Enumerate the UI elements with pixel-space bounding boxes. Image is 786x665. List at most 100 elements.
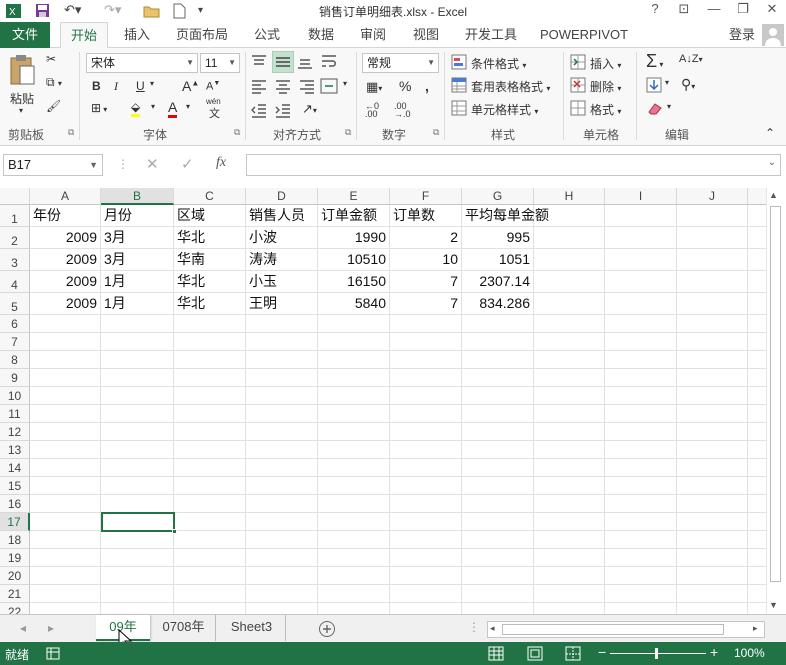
table-cell[interactable] <box>174 351 246 369</box>
column-header[interactable]: C <box>174 188 246 205</box>
table-cell[interactable]: 1月 <box>101 293 174 315</box>
table-cell[interactable]: 华北 <box>174 227 246 249</box>
next-sheet-icon[interactable]: ▸ <box>48 621 54 635</box>
table-cell[interactable] <box>605 271 677 293</box>
accounting-format-icon[interactable]: ▦▾ <box>366 79 382 95</box>
decrease-font-button[interactable]: A▼ <box>206 80 220 93</box>
sheet-tab-0708[interactable]: 0708年 <box>152 615 216 641</box>
table-cell[interactable] <box>30 333 101 351</box>
underline-button[interactable]: U <box>136 79 145 93</box>
table-cell[interactable] <box>390 441 462 459</box>
ribbon-display-options-icon[interactable]: ⊡ <box>673 1 695 19</box>
table-cell[interactable] <box>390 477 462 495</box>
table-cell[interactable] <box>462 513 534 531</box>
table-cell[interactable] <box>390 405 462 423</box>
row-header[interactable]: 4 <box>0 271 30 293</box>
table-cell[interactable] <box>748 531 766 549</box>
table-cell[interactable] <box>748 603 766 614</box>
table-cell[interactable]: 3月 <box>101 249 174 271</box>
formula-input[interactable]: ⌄ <box>246 154 781 176</box>
table-cell[interactable] <box>174 495 246 513</box>
row-header[interactable]: 13 <box>0 441 30 459</box>
fill-color-icon[interactable]: ⬙ <box>131 100 141 117</box>
clear-icon[interactable] <box>646 101 664 115</box>
row-header[interactable]: 20 <box>0 567 30 585</box>
table-cell[interactable] <box>748 477 766 495</box>
confirm-entry-icon[interactable]: ✓ <box>181 155 194 173</box>
table-cell[interactable] <box>174 549 246 567</box>
row-header[interactable]: 8 <box>0 351 30 369</box>
table-cell[interactable] <box>748 369 766 387</box>
table-cell[interactable] <box>534 423 605 441</box>
table-cell[interactable]: 1051 <box>462 249 534 271</box>
tab-review[interactable]: 审阅 <box>352 22 394 48</box>
table-cell[interactable] <box>605 531 677 549</box>
delete-cells-icon[interactable] <box>570 77 586 93</box>
table-cell[interactable] <box>101 405 174 423</box>
table-cell[interactable] <box>390 567 462 585</box>
table-cell[interactable] <box>246 567 318 585</box>
table-cell[interactable] <box>390 351 462 369</box>
active-cell-selection[interactable] <box>101 512 177 534</box>
percent-style-button[interactable]: % <box>399 78 411 94</box>
table-cell[interactable] <box>30 513 101 531</box>
increase-indent-icon[interactable] <box>274 102 292 118</box>
font-color-icon[interactable]: A <box>168 99 178 118</box>
table-cell[interactable] <box>677 459 748 477</box>
table-cell[interactable] <box>677 513 748 531</box>
table-cell[interactable] <box>534 405 605 423</box>
table-cell[interactable] <box>677 315 748 333</box>
table-cell[interactable] <box>677 603 748 614</box>
row-header[interactable]: 2 <box>0 227 30 249</box>
table-cell[interactable] <box>390 495 462 513</box>
table-cell[interactable] <box>748 351 766 369</box>
page-layout-view-icon[interactable] <box>527 646 543 661</box>
tab-powerpivot[interactable]: POWERPIVOT <box>536 22 632 48</box>
table-cell[interactable] <box>677 351 748 369</box>
table-cell[interactable] <box>318 459 390 477</box>
table-cell[interactable] <box>748 459 766 477</box>
table-cell[interactable]: 王明 <box>246 293 318 315</box>
table-cell[interactable] <box>246 459 318 477</box>
table-cell[interactable] <box>101 351 174 369</box>
table-cell[interactable] <box>748 405 766 423</box>
table-cell[interactable] <box>246 387 318 405</box>
table-cell[interactable] <box>534 293 605 315</box>
table-cell[interactable] <box>101 315 174 333</box>
copy-icon[interactable]: ⧉ ▾ <box>46 75 62 90</box>
table-cell[interactable]: 2009 <box>30 249 101 271</box>
table-cell[interactable] <box>534 369 605 387</box>
font-name-select[interactable]: 宋体 ▼ <box>86 53 198 73</box>
table-cell[interactable]: 7 <box>390 271 462 293</box>
insert-cells-icon[interactable] <box>570 54 586 70</box>
column-header[interactable]: F <box>390 188 462 205</box>
table-cell[interactable]: 10 <box>390 249 462 271</box>
increase-font-button[interactable]: A▲ <box>182 78 199 94</box>
login-link[interactable]: 登录 <box>724 22 760 48</box>
table-cell[interactable] <box>246 369 318 387</box>
table-cell[interactable] <box>318 369 390 387</box>
table-cell[interactable] <box>748 249 766 271</box>
borders-icon[interactable]: ⊞ ▾ <box>91 101 107 115</box>
table-cell[interactable] <box>101 567 174 585</box>
table-cell[interactable] <box>30 495 101 513</box>
table-cell[interactable] <box>534 271 605 293</box>
table-cell[interactable] <box>390 531 462 549</box>
sheet-tab-sheet3[interactable]: Sheet3 <box>218 615 286 641</box>
table-cell[interactable] <box>390 603 462 614</box>
table-cell[interactable] <box>30 459 101 477</box>
horizontal-scrollbar[interactable]: ◂ ▸ <box>487 621 765 638</box>
phonetic-char-icon[interactable]: 文 <box>209 105 220 121</box>
tab-developer[interactable]: 开发工具 <box>456 22 526 48</box>
table-cell[interactable]: 华北 <box>174 293 246 315</box>
table-cell[interactable] <box>30 351 101 369</box>
fill-icon[interactable] <box>646 77 662 93</box>
worksheet-grid[interactable]: A B C D E F G H I J 1 年份 月份 区域 销售人员 订单金额 订单数 平均每单金额 2 2009 3… <box>0 188 766 614</box>
scroll-left-icon[interactable]: ◂ <box>490 623 495 634</box>
table-cell[interactable] <box>677 549 748 567</box>
table-cell[interactable] <box>174 459 246 477</box>
table-cell[interactable] <box>246 549 318 567</box>
table-cell[interactable] <box>534 495 605 513</box>
table-cell[interactable] <box>318 549 390 567</box>
table-cell[interactable] <box>605 249 677 271</box>
